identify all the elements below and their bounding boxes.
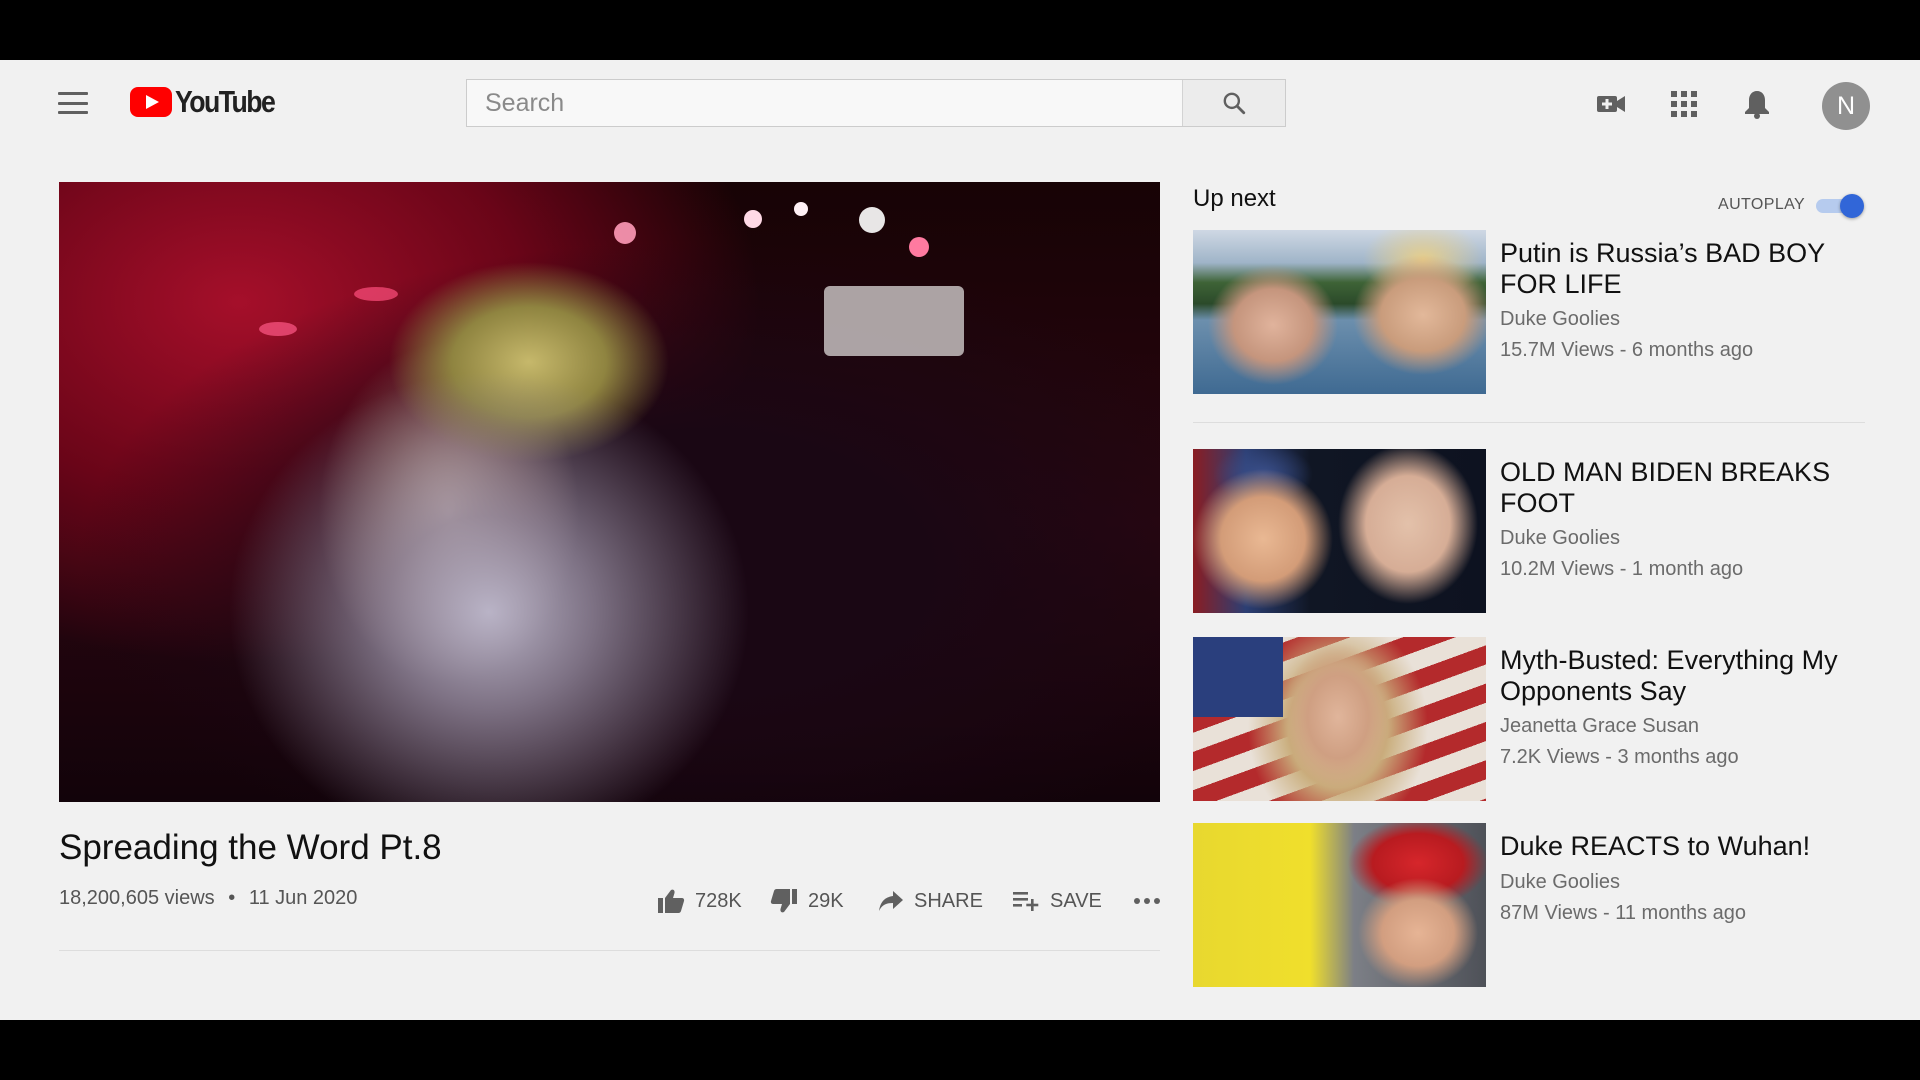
autoplay-label: AUTOPLAY <box>1718 196 1806 213</box>
up-next-item[interactable]: Myth-Busted: Everything My Opponents Say… <box>1193 637 1873 801</box>
channel-name[interactable]: Duke Goolies <box>1500 871 1620 894</box>
save-button[interactable]: SAVE <box>1012 890 1102 913</box>
video-item-title[interactable]: OLD MAN BIDEN BREAKS FOOT <box>1500 457 1872 519</box>
video-item-meta: 87M Views - 11 months ago <box>1500 902 1747 924</box>
street-light <box>744 210 762 228</box>
apps-grid-glyph <box>1671 91 1697 117</box>
apps-icon[interactable] <box>1668 88 1700 120</box>
search-input[interactable] <box>467 80 1182 126</box>
youtube-watch-page: YouTube N Spreading the Word Pt.8 18,200… <box>0 60 1920 1020</box>
street-light <box>909 237 929 257</box>
notifications-icon[interactable] <box>1741 88 1773 120</box>
save-label: SAVE <box>1050 889 1102 912</box>
channel-name[interactable]: Duke Goolies <box>1500 308 1620 331</box>
channel-name[interactable]: Jeanetta Grace Susan <box>1500 715 1699 738</box>
dislike-count: 29K <box>808 889 844 912</box>
like-button[interactable]: 728K <box>657 888 742 914</box>
street-light <box>859 207 885 233</box>
avatar[interactable]: N <box>1822 82 1870 130</box>
create-video-icon[interactable] <box>1595 88 1627 120</box>
autoplay-toggle[interactable] <box>1816 194 1866 218</box>
toggle-knob <box>1840 194 1864 218</box>
dislike-button[interactable]: 29K <box>770 888 844 914</box>
video-title: Spreading the Word Pt.8 <box>59 828 442 867</box>
create-video-icon-glyph <box>1597 96 1625 112</box>
youtube-play-icon <box>130 87 172 117</box>
bell-icon <box>1745 91 1769 119</box>
flag-canton <box>1193 637 1283 717</box>
search-bar <box>466 79 1286 127</box>
more-actions-button[interactable] <box>1133 897 1161 905</box>
logo-text: YouTube <box>175 84 276 119</box>
video-item-title[interactable]: Putin is Russia’s BAD BOY FOR LIFE <box>1500 238 1872 300</box>
thumbs-down-icon <box>770 889 797 913</box>
street-light <box>354 287 398 301</box>
up-next-item[interactable]: Duke REACTS to Wuhan! Duke Goolies 87M V… <box>1193 823 1873 987</box>
channel-name[interactable]: Duke Goolies <box>1500 527 1620 550</box>
video-item-meta: 7.2K Views - 3 months ago <box>1500 746 1739 768</box>
up-next-item[interactable]: Putin is Russia’s BAD BOY FOR LIFE Duke … <box>1193 230 1873 394</box>
share-icon <box>879 891 903 911</box>
youtube-logo[interactable]: YouTube <box>130 84 290 119</box>
menu-icon[interactable] <box>58 92 88 114</box>
video-thumbnail[interactable] <box>1193 637 1486 801</box>
video-player[interactable] <box>59 182 1160 802</box>
street-light <box>614 222 636 244</box>
search-icon <box>1223 92 1246 115</box>
street-light <box>259 322 297 336</box>
info-divider <box>59 950 1160 951</box>
thumbs-up-icon <box>658 889 685 913</box>
share-button[interactable]: SHARE <box>878 890 983 913</box>
video-item-meta: 10.2M Views - 1 month ago <box>1500 558 1744 580</box>
video-actions: 728K 29K SHARE SAVE <box>0 886 1160 916</box>
up-next-item[interactable]: OLD MAN BIDEN BREAKS FOOT Duke Goolies 1… <box>1193 449 1873 613</box>
search-button[interactable] <box>1182 80 1285 126</box>
video-thumbnail[interactable] <box>1193 823 1486 987</box>
video-thumbnail[interactable] <box>1193 449 1486 613</box>
video-item-meta: 15.7M Views - 6 months ago <box>1500 339 1754 361</box>
street-light <box>794 202 808 216</box>
like-count: 728K <box>695 889 742 912</box>
share-label: SHARE <box>914 889 983 912</box>
up-next-separator <box>1193 422 1865 423</box>
background-car <box>824 286 964 356</box>
up-next-heading: Up next <box>1193 185 1276 212</box>
video-thumbnail[interactable] <box>1193 230 1486 394</box>
add-to-playlist-icon <box>1013 892 1039 911</box>
more-horiz-icon <box>1134 898 1160 904</box>
video-item-title[interactable]: Duke REACTS to Wuhan! <box>1500 831 1872 862</box>
video-item-title[interactable]: Myth-Busted: Everything My Opponents Say <box>1500 645 1872 707</box>
